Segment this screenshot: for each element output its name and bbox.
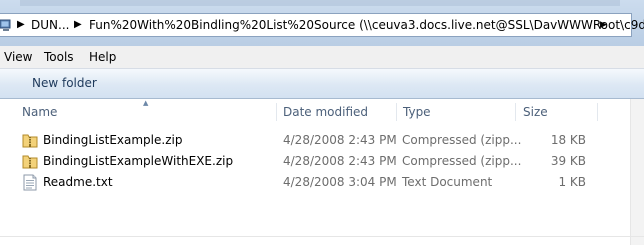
column-divider[interactable]: [515, 103, 516, 121]
menu-help[interactable]: Help: [89, 50, 116, 64]
file-size: 18 KB: [550, 133, 586, 147]
file-date-modified: 4/28/2008 2:43 PM: [283, 133, 397, 147]
divider: [0, 236, 644, 237]
breadcrumb-chevron-icon[interactable]: ▶: [74, 18, 82, 32]
address-bar[interactable]: ▶ DUN... ▶ Fun%20With%20Bindling%20List%…: [0, 13, 644, 37]
zip-folder-icon: [22, 134, 38, 148]
menu-bar: View Tools Help: [0, 46, 644, 69]
file-name: Readme.txt: [43, 175, 113, 189]
new-folder-button[interactable]: New folder: [32, 76, 97, 90]
file-row[interactable]: Readme.txt 4/28/2008 3:04 PM Text Docume…: [22, 172, 602, 193]
breadcrumb-chevron-icon[interactable]: ▶: [17, 18, 25, 32]
breadcrumb-dropdown-icon[interactable]: ▶: [600, 20, 607, 30]
file-name: BindingListExampleWithEXE.zip: [43, 154, 234, 168]
file-size: 1 KB: [558, 175, 586, 189]
menu-view[interactable]: View: [4, 50, 32, 64]
file-date-modified: 4/28/2008 2:43 PM: [283, 154, 397, 168]
file-type: Text Document: [402, 175, 493, 189]
file-row[interactable]: BindingListExample.zip 4/28/2008 2:43 PM…: [22, 130, 602, 151]
background-window-strip: [20, 0, 620, 6]
column-header-type[interactable]: Type: [397, 99, 515, 125]
column-divider[interactable]: [597, 103, 598, 121]
text-file-icon: [23, 174, 37, 191]
command-bar: New folder: [0, 69, 644, 99]
vertical-scrollbar[interactable]: [630, 99, 644, 245]
breadcrumb-segment-current[interactable]: Fun%20With%20Bindling%20List%20Source (\…: [89, 18, 644, 32]
file-size: 39 KB: [550, 154, 586, 168]
sort-ascending-icon: ▲: [143, 99, 149, 107]
menu-tools[interactable]: Tools: [44, 50, 74, 64]
breadcrumb-segment-dun[interactable]: DUN...: [31, 18, 69, 32]
file-name: BindingListExample.zip: [43, 133, 183, 147]
column-header-row: Name ▲ Date modified Type Size: [0, 99, 644, 125]
column-header-date-modified[interactable]: Date modified: [277, 99, 397, 125]
file-row[interactable]: BindingListExampleWithEXE.zip 4/28/2008 …: [22, 151, 602, 172]
zip-folder-icon: [22, 155, 38, 169]
address-bar-strip: ▶ DUN... ▶ Fun%20With%20Bindling%20List%…: [0, 0, 644, 46]
file-type: Compressed (zipp...: [402, 133, 522, 147]
computer-icon: [0, 19, 11, 31]
file-date-modified: 4/28/2008 3:04 PM: [283, 175, 397, 189]
column-header-size[interactable]: Size: [517, 99, 597, 125]
file-type: Compressed (zipp...: [402, 154, 522, 168]
